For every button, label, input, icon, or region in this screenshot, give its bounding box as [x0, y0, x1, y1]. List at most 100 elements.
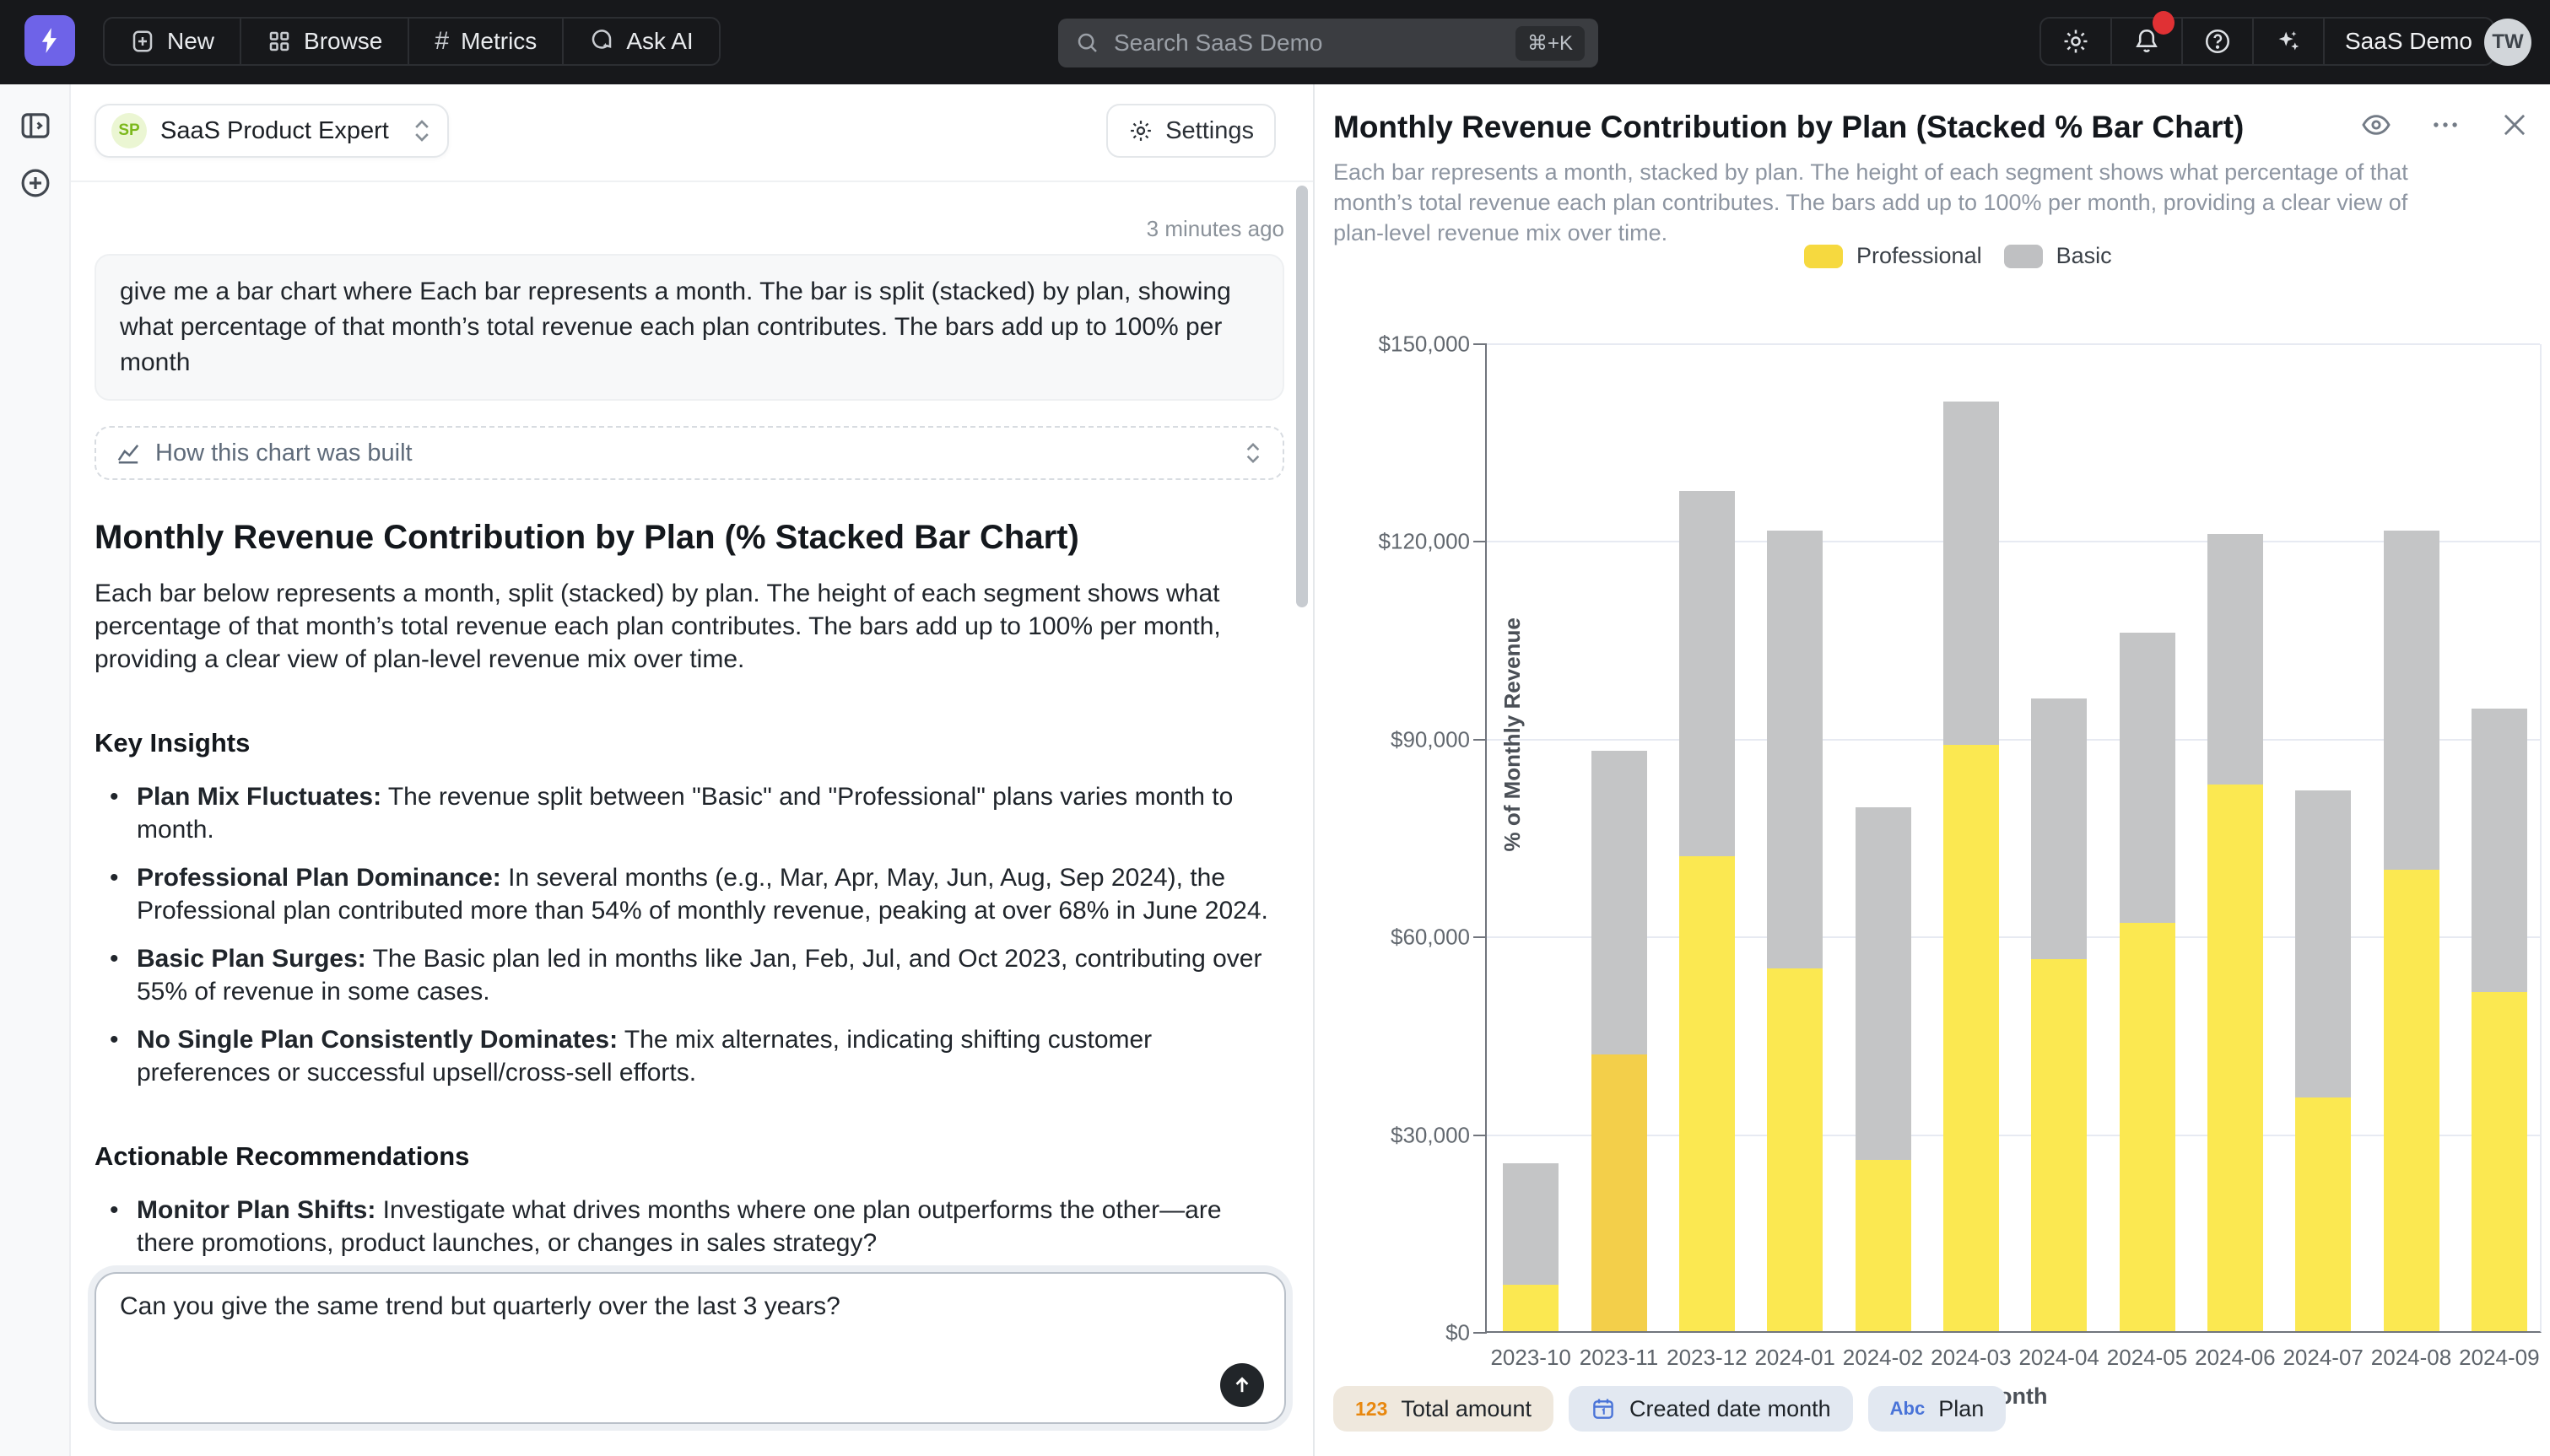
chat-panel: SP SaaS Product Expert Settings 3 minute…	[71, 84, 1313, 1456]
calendar-icon	[1591, 1396, 1616, 1421]
y-axis-tick	[1473, 1135, 1487, 1136]
eye-icon[interactable]	[2359, 108, 2393, 142]
bar-segment-basic-2024-09[interactable]	[2472, 709, 2527, 992]
global-search-input[interactable]: Search SaaS Demo ⌘+K	[1058, 19, 1598, 67]
settings-gear-button[interactable]	[2041, 19, 2110, 64]
close-icon[interactable]	[2498, 108, 2531, 142]
message-timestamp: 3 minutes ago	[95, 216, 1284, 242]
agent-settings-button[interactable]: Settings	[1106, 104, 1276, 158]
x-tick-label: 2024-07	[2279, 1345, 2367, 1371]
bar-segment-professional-2024-02[interactable]	[1856, 1160, 1911, 1331]
user-avatar[interactable]: TW	[2484, 19, 2531, 66]
x-tick-label: 2024-01	[1751, 1345, 1839, 1371]
chat-header: SP SaaS Product Expert Settings	[71, 84, 1313, 182]
workspace-switcher[interactable]: SaaS Demo	[2323, 19, 2493, 64]
legend-label: Basic	[2056, 243, 2112, 269]
sidebar-toggle-icon[interactable]	[18, 108, 53, 143]
insight-label: Professional Plan Dominance:	[137, 864, 501, 892]
chart-viewer-panel: Monthly Revenue Contribution by Plan (St…	[1313, 84, 2550, 1456]
tag-plan[interactable]: Abc Plan	[1868, 1386, 2007, 1432]
bar-segment-professional-2024-03[interactable]	[1943, 745, 1999, 1331]
lightning-bolt-icon	[36, 27, 63, 54]
list-item: Plan Mix Fluctuates: The revenue split b…	[95, 780, 1284, 846]
bar-segment-professional-2024-05[interactable]	[2120, 923, 2175, 1331]
x-tick-label: 2023-10	[1487, 1345, 1575, 1371]
chat-input[interactable]: Can you give the same trend but quarterl…	[120, 1289, 1200, 1409]
ai-sparkles-button[interactable]	[2252, 19, 2323, 64]
new-thread-icon[interactable]	[18, 165, 53, 201]
response-intro: Each bar below represents a month, split…	[95, 577, 1284, 676]
plus-square-icon	[130, 29, 155, 54]
y-tick-label: $0	[1296, 1320, 1470, 1346]
notifications-button[interactable]	[2110, 19, 2181, 64]
bar-segment-basic-2024-01[interactable]	[1767, 531, 1823, 969]
y-axis-tick	[1473, 1332, 1487, 1334]
more-options-icon[interactable]	[2428, 108, 2462, 142]
help-button[interactable]	[2181, 19, 2252, 64]
bar-segment-basic-2024-03[interactable]	[1943, 402, 1999, 744]
bar-segment-professional-2024-07[interactable]	[2295, 1097, 2351, 1331]
help-icon	[2203, 27, 2232, 56]
x-tick-label: 2023-11	[1575, 1345, 1662, 1371]
legend-item-professional[interactable]: Professional	[1804, 243, 1982, 269]
x-tick-label: 2024-05	[2103, 1345, 2191, 1371]
bar-segment-professional-2023-11[interactable]	[1591, 1054, 1647, 1331]
bar-segment-professional-2023-12[interactable]	[1679, 856, 1735, 1331]
x-tick-label: 2024-02	[1839, 1345, 1926, 1371]
bar-segment-basic-2024-08[interactable]	[2384, 531, 2439, 870]
top-nav: New Browse # Metrics Ask AI	[0, 0, 2550, 84]
y-tick-label: $90,000	[1296, 726, 1470, 752]
nav-item-browse[interactable]: Browse	[240, 19, 408, 64]
send-button[interactable]	[1220, 1363, 1264, 1407]
chat-input-box: Can you give the same trend but quarterl…	[95, 1272, 1286, 1424]
legend-item-basic[interactable]: Basic	[2004, 243, 2112, 269]
agent-name: SaaS Product Expert	[160, 117, 398, 145]
nav-item-label: Metrics	[461, 28, 537, 55]
insights-heading: Key Insights	[95, 728, 1284, 758]
tag-created-date-month[interactable]: Created date month	[1569, 1386, 1853, 1432]
app-root: New Browse # Metrics Ask AI	[0, 0, 2550, 1456]
recommendations-heading: Actionable Recommendations	[95, 1141, 1284, 1172]
bar-segment-professional-2024-09[interactable]	[2472, 992, 2527, 1331]
grid-icon	[267, 29, 292, 54]
hash-icon: #	[435, 27, 449, 56]
nav-item-label: New	[167, 28, 214, 55]
y-axis-tick	[1473, 739, 1487, 741]
y-tick-label: $60,000	[1296, 925, 1470, 951]
bar-segment-professional-2024-01[interactable]	[1767, 968, 1823, 1331]
nav-item-new[interactable]: New	[105, 19, 240, 64]
notification-dot	[2153, 11, 2175, 35]
x-tick-label: 2023-12	[1663, 1345, 1751, 1371]
bar-segment-basic-2024-06[interactable]	[2207, 534, 2263, 785]
bar-segment-basic-2023-12[interactable]	[1679, 491, 1735, 857]
bar-segment-professional-2024-08[interactable]	[2384, 870, 2439, 1331]
gear-icon	[2061, 27, 2090, 56]
bar-segment-basic-2024-04[interactable]	[2031, 698, 2087, 959]
gear-icon	[1128, 118, 1153, 143]
bar-segment-professional-2023-10[interactable]	[1503, 1285, 1559, 1331]
bar-segment-basic-2023-11[interactable]	[1591, 751, 1647, 1054]
bar-segment-basic-2024-05[interactable]	[2120, 633, 2175, 923]
how-chart-built-toggle[interactable]: How this chart was built	[95, 426, 1284, 480]
agent-selector[interactable]: SP SaaS Product Expert	[95, 104, 449, 158]
legend-swatch	[1804, 245, 1843, 268]
tag-total-amount[interactable]: 123 Total amount	[1333, 1386, 1553, 1432]
bar-segment-basic-2023-10[interactable]	[1503, 1163, 1559, 1286]
app-logo[interactable]	[24, 15, 75, 66]
nav-item-ask-ai[interactable]: Ask AI	[562, 19, 718, 64]
search-icon	[1075, 30, 1100, 56]
bar-segment-professional-2024-04[interactable]	[2031, 959, 2087, 1331]
tag-label: Plan	[1938, 1396, 1984, 1422]
bar-segment-basic-2024-02[interactable]	[1856, 807, 1911, 1160]
recommendations-list: Monitor Plan Shifts: Investigate what dr…	[95, 1194, 1284, 1262]
gridline	[1487, 343, 2540, 345]
y-axis-tick	[1473, 541, 1487, 542]
chat-sparkle-icon	[589, 29, 614, 54]
nav-item-label: Browse	[304, 28, 382, 55]
sparkles-icon	[2274, 27, 2303, 56]
bar-segment-professional-2024-06[interactable]	[2207, 785, 2263, 1332]
bar-segment-basic-2024-07[interactable]	[2295, 790, 2351, 1097]
nav-item-metrics[interactable]: # Metrics	[408, 19, 562, 64]
insights-list: Plan Mix Fluctuates: The revenue split b…	[95, 780, 1284, 1089]
chart-legend: Professional Basic	[1804, 243, 2112, 269]
